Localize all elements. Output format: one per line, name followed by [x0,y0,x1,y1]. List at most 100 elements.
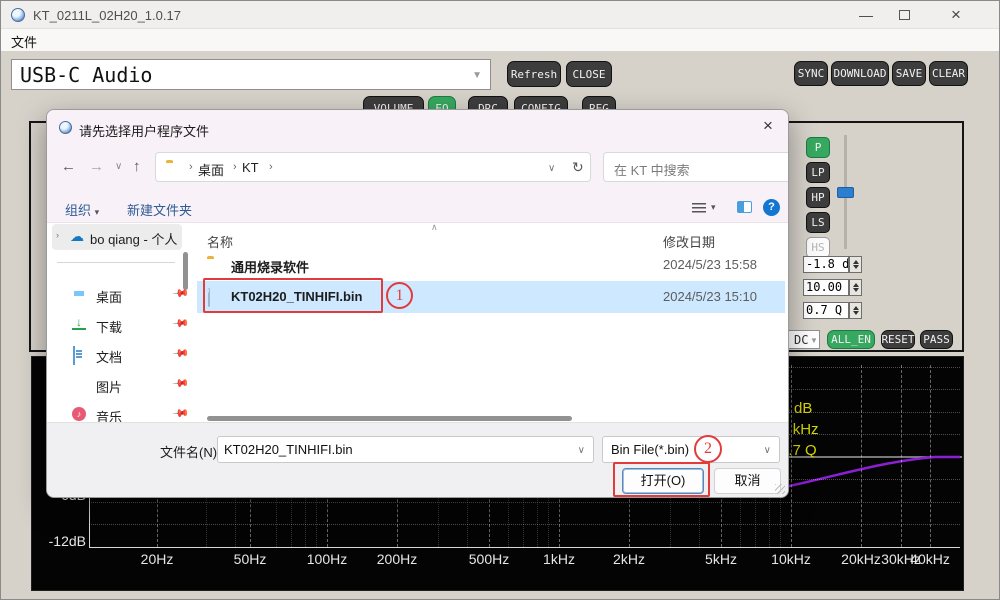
grid-major-vline [930,365,931,547]
file-row-folder[interactable]: 通用烧录软件 2024/5/23 15:58 [197,250,785,280]
pin-icon: 📌 [171,404,190,423]
q-spinner-arrows[interactable] [849,302,862,319]
sidebar-item-downloads[interactable]: ↓ 下载 📌 [52,312,186,338]
x-tick-label: 5kHz [691,551,751,567]
window-title: KT_0211L_02H20_1.0.17 [33,8,181,23]
annotation-rect-open [613,462,710,497]
sidebar-item-label: 下载 [96,317,122,336]
address-chevron-icon[interactable]: ∨ [548,163,555,174]
resize-grip[interactable] [775,484,785,494]
q-spinner-value[interactable]: 0.7 Q [803,302,849,319]
refresh-icon[interactable]: ↻ [572,159,584,176]
sidebar-item-desktop[interactable]: 桌面 📌 [52,282,186,308]
search-placeholder: 在 KT 中搜索 [614,160,690,179]
search-box[interactable]: 在 KT 中搜索 [603,152,789,182]
breadcrumb-separator: › [228,161,242,173]
breadcrumb-desktop[interactable]: 桌面 [198,160,224,179]
view-chevron-icon[interactable]: ▾ [711,202,716,213]
pass-button[interactable]: PASS [920,330,953,349]
file-open-dialog: 请先选择用户程序文件 × ← → ∨ ↑ › 桌面 › KT › ∨ ↻ 在 K… [46,109,789,498]
filter-lp-button[interactable]: LP [806,162,830,183]
chevron-down-icon: ∨ [764,445,771,456]
filter-ls-button[interactable]: LS [806,212,830,233]
menu-file[interactable]: 文件 [5,30,43,53]
forward-icon[interactable]: → [89,158,104,175]
gain-spinner-value[interactable]: -1.8 dB [803,256,849,273]
breadcrumb-kt[interactable]: KT [242,160,259,175]
clear-button[interactable]: CLEAR [929,61,968,86]
filetype-select[interactable]: Bin File(*.bin) ∨ [602,436,780,463]
close-device-button[interactable]: CLOSE [566,61,612,87]
freq-spinner-value[interactable]: 10.00 kHz [803,279,849,296]
download-button[interactable]: DOWNLOAD [831,61,889,86]
sidebar-item-label: 文档 [96,347,122,366]
app-icon [11,8,25,22]
address-bar[interactable]: › 桌面 › KT › ∨ ↻ [155,152,591,182]
sort-ascending-icon: ∧ [431,222,438,233]
dialog-title: 请先选择用户程序文件 [79,121,209,140]
list-horizontal-scrollbar[interactable] [207,416,572,421]
x-tick-label: 50Hz [220,551,280,567]
sidebar-item-label: 桌面 [96,287,122,306]
up-icon[interactable]: ↑ [133,158,141,175]
column-header-name[interactable]: 名称 [207,232,233,251]
filename-input[interactable]: KT02H20_TINHIFI.bin ∨ [217,436,594,463]
filename-value: KT02H20_TINHIFI.bin [224,442,353,457]
cloud-icon: ☁ [70,229,84,243]
filter-peak-button[interactable]: P [806,137,830,158]
breadcrumb-separator: › [184,161,198,173]
chevron-down-icon: ▾ [95,207,100,217]
x-tick-label: 500Hz [459,551,519,567]
minimize-button[interactable]: — [849,4,883,26]
device-select[interactable]: USB-C Audio ▼ [11,59,491,90]
help-icon[interactable]: ? [763,199,780,216]
x-tick-label: 20Hz [127,551,187,567]
freq-spinner-arrows[interactable] [849,279,862,296]
save-button[interactable]: SAVE [892,61,926,86]
x-tick-label: 1kHz [529,551,589,567]
preview-pane-icon[interactable] [737,201,752,213]
sync-button[interactable]: SYNC [794,61,828,86]
gain-slider-handle[interactable] [837,187,854,198]
new-folder-button[interactable]: 新建文件夹 [127,200,192,219]
reset-button[interactable]: RESET [881,330,915,349]
close-window-button[interactable]: × [939,4,973,26]
x-tick-label: 10kHz [761,551,821,567]
annotation-step-2: 2 [694,435,722,463]
dialog-close-icon[interactable]: × [753,116,783,140]
chevron-down-icon: ▼ [810,336,818,345]
pin-icon: 📌 [171,374,190,393]
grid-major-vline [901,365,902,547]
pin-icon: 📌 [171,314,190,333]
y-tick-label: -12dB [40,533,86,549]
filter-hs-button[interactable]: HS [806,237,830,258]
history-chevron-icon[interactable]: ∨ [115,161,122,172]
maximize-icon[interactable] [899,10,910,20]
filetype-value: Bin File(*.bin) [611,442,689,457]
annotation-rect-file [203,278,383,313]
chevron-down-icon: ▼ [472,70,482,81]
app-window: KT_0211L_02H20_1.0.17 — × 文件 USB-C Audio… [0,0,1000,600]
cancel-button[interactable]: 取消 [714,468,781,494]
breadcrumb-separator: › [264,161,278,173]
sidebar-item-pictures[interactable]: 图片 📌 [52,372,186,398]
sidebar-item-documents[interactable]: 文档 📌 [52,342,186,368]
chevron-right-icon: › [56,230,59,240]
divider [57,262,175,263]
gain-spinner-arrows[interactable] [849,256,862,273]
back-icon[interactable]: ← [61,158,76,175]
all-en-button[interactable]: ALL_EN [827,330,875,349]
view-list-icon[interactable] [692,203,706,213]
organize-menu[interactable]: 组织 ▾ [65,200,99,219]
filter-hp-button[interactable]: HP [806,187,830,208]
x-tick-label: 2kHz [599,551,659,567]
refresh-button[interactable]: Refresh [507,61,561,87]
sidebar-item-onedrive[interactable]: › ☁ bo qiang - 个人 [52,224,182,250]
column-header-date[interactable]: 修改日期 [663,232,715,251]
sidebar-item-label: bo qiang - 个人 [90,229,177,248]
annotation-step-1: 1 [386,282,413,309]
divider [47,222,789,223]
document-icon [73,346,75,365]
file-name: 通用烧录软件 [231,257,309,276]
device-select-value: USB-C Audio [20,63,152,87]
